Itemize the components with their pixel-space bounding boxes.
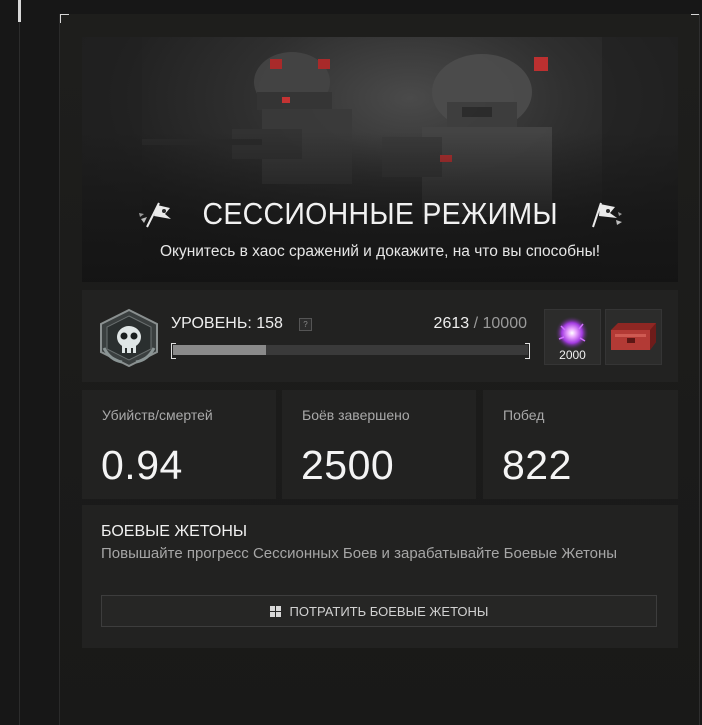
- xp-separator: /: [473, 315, 479, 332]
- battle-flag-icon: [138, 202, 171, 228]
- corner-bracket-top-left: [60, 14, 69, 23]
- spend-battle-tokens-button[interactable]: ПОТРАТИТЬ БОЕВЫЕ ЖЕТОНЫ: [101, 595, 657, 627]
- battle-tokens-block: БОЕВЫЕ ЖЕТОНЫ Повышайте прогресс Сессион…: [82, 505, 678, 648]
- purple-orb-token-icon: [555, 316, 589, 350]
- xp-current: 2613: [433, 315, 470, 332]
- xp-counter: 2613 / 10000: [434, 315, 527, 333]
- hero-title: СЕССИОННЫЕ РЕЖИМЫ: [202, 196, 558, 231]
- left-divider: [19, 0, 20, 725]
- grid-icon: [269, 605, 281, 617]
- level-progress-block: УРОВЕНЬ: 158 ? 2613 / 10000 2000: [82, 290, 678, 382]
- stat-value: 822: [502, 442, 572, 488]
- stat-value: 2500: [301, 442, 395, 488]
- skull-rank-badge-icon: [100, 308, 158, 368]
- stat-label: Побед: [503, 407, 545, 423]
- reward-token-count: 2000: [559, 348, 586, 362]
- hero-banner: СЕССИОННЫЕ РЕЖИМЫ Окунитесь в хаос сраже…: [82, 37, 678, 282]
- red-crate-icon: [611, 323, 656, 350]
- battle-flag-icon: [592, 202, 623, 228]
- spend-button-label: ПОТРАТИТЬ БОЕВЫЕ ЖЕТОНЫ: [289, 603, 489, 619]
- xp-progress-fill: [173, 345, 266, 355]
- stat-label: Убийств/смертей: [102, 407, 213, 423]
- reward-battle-tokens[interactable]: 2000: [544, 309, 601, 365]
- battle-tokens-title: БОЕВЫЕ ЖЕТОНЫ: [101, 523, 248, 540]
- stat-value: 0.94: [101, 442, 183, 488]
- stat-label: Боёв завершено: [302, 407, 410, 423]
- level-help-icon[interactable]: ?: [299, 318, 312, 331]
- page: СЕССИОННЫЕ РЕЖИМЫ Окунитесь в хаос сраже…: [0, 0, 702, 725]
- xp-progress-bar: [171, 343, 530, 359]
- reward-crate[interactable]: [605, 309, 662, 365]
- xp-max: 10000: [482, 315, 528, 332]
- stat-card-kd: Убийств/смертей 0.94: [82, 390, 276, 499]
- level-label: УРОВЕНЬ: 158: [171, 315, 283, 332]
- progress-bracket-right: [525, 343, 530, 359]
- panel-edge: [699, 14, 700, 725]
- progress-bracket-left: [171, 343, 176, 359]
- hero-title-row: СЕССИОННЫЕ РЕЖИМЫ: [82, 194, 678, 234]
- left-edge-marker: [18, 0, 21, 22]
- stat-card-wins: Побед 822: [483, 390, 678, 499]
- hero-subtitle: Окунитесь в хаос сражений и докажите, на…: [159, 243, 601, 260]
- session-modes-panel: СЕССИОННЫЕ РЕЖИМЫ Окунитесь в хаос сраже…: [59, 14, 700, 725]
- stat-card-battles: Боёв завершено 2500: [282, 390, 476, 499]
- battle-tokens-description: Повышайте прогресс Сессионных Боев и зар…: [101, 545, 618, 562]
